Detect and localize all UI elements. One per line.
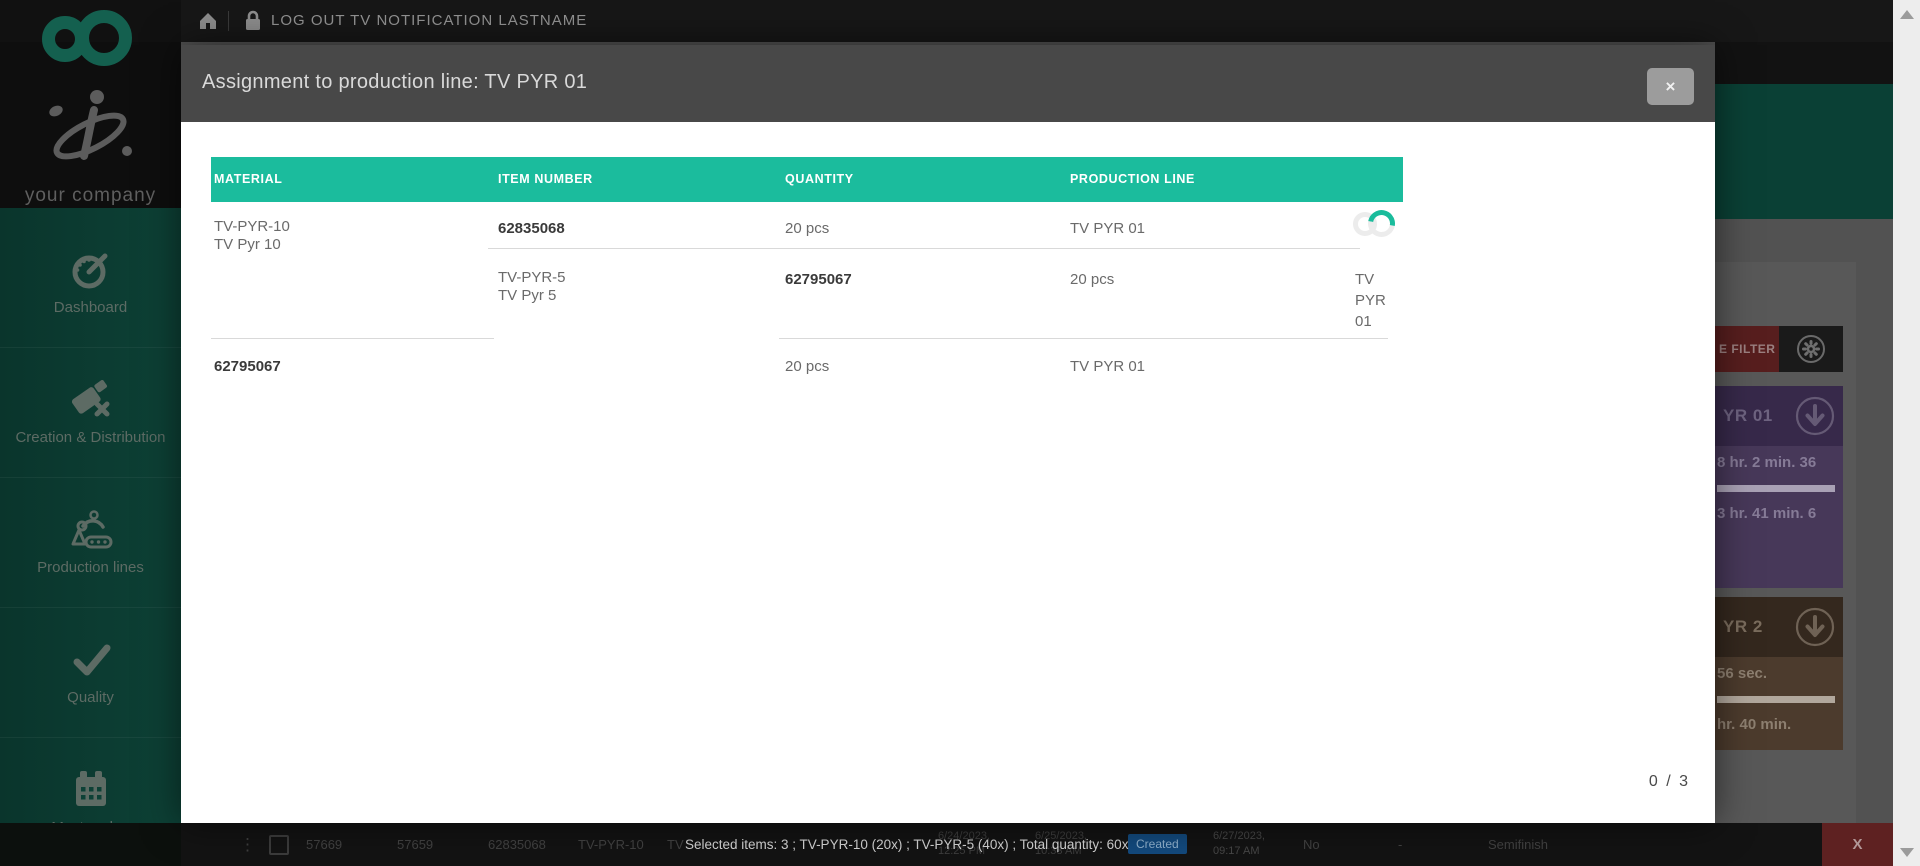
cell-quantity: 20 pcs (785, 358, 829, 376)
stamp-icon (69, 380, 113, 420)
sidebar: Dashboard Creation & Distribution Produc… (0, 208, 181, 823)
pagination-counter: 0 / 3 (1649, 773, 1690, 791)
production-progress-bar (1717, 485, 1835, 492)
download-circle-icon[interactable] (1795, 396, 1835, 436)
gauge-icon (69, 250, 113, 290)
check-icon (69, 640, 113, 680)
sidebar-item-production-lines[interactable]: Production lines (0, 478, 181, 608)
column-header-production-line: PRODUCTION LINE (1070, 172, 1195, 186)
cell-item-number: 62795067 (785, 271, 852, 289)
cell-material: TV-PYR-5 (498, 269, 566, 287)
status-badge: Created (1128, 834, 1187, 854)
row-kebab-menu-icon[interactable]: ⋮ (239, 823, 256, 866)
loading-spinner-icon (1353, 210, 1395, 237)
vertical-scrollbar[interactable] (1893, 0, 1920, 866)
production-time-total: 3 hr. 41 min. 6 (1717, 505, 1843, 522)
sidebar-item-quality[interactable]: Quality (0, 608, 181, 738)
background-teal-band (1715, 84, 1893, 219)
sidebar-item-label: Production lines (37, 559, 144, 576)
bottom-table-row: ⋮ 57669 57659 62835068 TV-PYR-10 TV 6/24… (0, 823, 1893, 866)
cell-item-number: 62835068 (498, 220, 565, 238)
row-material: TV-PYR-10 (578, 823, 644, 866)
cell-material: TV-PYR-10 (214, 218, 290, 236)
sidebar-item-label: Dashboard (54, 299, 127, 316)
production-line-icon (69, 510, 113, 550)
company-figure-icon (44, 84, 136, 180)
production-card-pyr01[interactable]: YR 01 8 hr. 2 min. 36 3 hr. 41 min. 6 (1715, 386, 1843, 588)
row-flag: No (1303, 823, 1320, 866)
sidebar-item-label: Quality (67, 689, 114, 706)
logout-user-menu[interactable]: LOG OUT TV NOTIFICATION LASTNAME (271, 12, 587, 29)
home-icon (198, 12, 218, 30)
background-header-band (1715, 42, 1893, 84)
row-id2: 57659 (397, 823, 433, 866)
cell-quantity: 20 pcs (1070, 271, 1114, 289)
production-time-remaining: 8 hr. 2 min. 36 (1717, 454, 1843, 471)
table-row: TV-PYR-10 TV Pyr 10 (214, 218, 290, 254)
scroll-down-button[interactable] (1893, 838, 1920, 866)
row-divider (779, 338, 1388, 339)
infinity-logo-icon[interactable] (42, 6, 138, 68)
scroll-up-button[interactable] (1893, 0, 1920, 28)
scroll-up-icon (1900, 10, 1914, 19)
infinity-ring-right (76, 10, 132, 66)
hide-filter-button[interactable]: E FILTER (1715, 326, 1779, 372)
top-bar: LOG OUT TV NOTIFICATION LASTNAME (0, 0, 1893, 42)
table-row: TV-PYR-5 TV Pyr 5 (498, 269, 566, 305)
production-card-pyr2[interactable]: YR 2 56 sec. hr. 40 min. (1715, 597, 1843, 750)
cell-production-line: TV PYR 01 (1355, 269, 1386, 332)
sidebar-item-label: Creation & Distribution (15, 429, 165, 446)
row-type: Semifinish (1488, 823, 1548, 866)
table-header: MATERIAL ITEM NUMBER QUANTITY PRODUCTION… (211, 157, 1403, 202)
production-card-title: YR 2 (1723, 617, 1763, 637)
row-checkbox[interactable] (269, 835, 289, 855)
production-time-remaining: 56 sec. (1717, 665, 1843, 682)
row-item-number: 62835068 (488, 823, 546, 866)
row-material-2: TV (667, 823, 684, 866)
filter-button-label: E FILTER (1719, 342, 1775, 356)
cell-item-number: 62795067 (214, 358, 281, 376)
row-divider (488, 248, 1360, 249)
calendar-icon (69, 770, 113, 810)
cell-production-line: TV PYR 01 (1070, 220, 1145, 238)
dismiss-selection-button[interactable]: X (1822, 823, 1893, 866)
modal-close-button[interactable]: × (1647, 68, 1694, 105)
sidebar-item-creation-distribution[interactable]: Creation & Distribution (0, 348, 181, 478)
selection-toast: Selected items: 3 ; TV-PYR-10 (20x) ; TV… (685, 823, 1128, 866)
row-date-created: 6/27/2023,09:17 AM (1213, 829, 1265, 859)
row-dash: - (1398, 823, 1402, 866)
sidebar-item-master-plan[interactable]: Master plan (0, 738, 181, 823)
filter-settings-button[interactable] (1779, 326, 1843, 372)
home-button[interactable] (198, 12, 218, 30)
gear-icon (1796, 334, 1826, 364)
production-time-total: hr. 40 min. (1717, 716, 1843, 733)
modal-header: Assignment to production line: TV PYR 01… (181, 45, 1715, 122)
cell-production-line: TV PYR 01 (1070, 358, 1145, 376)
column-header-quantity: QUANTITY (785, 172, 854, 186)
column-header-material: MATERIAL (214, 172, 282, 186)
assignment-modal: Assignment to production line: TV PYR 01… (181, 45, 1715, 823)
bottom-bar-left-block (0, 823, 181, 866)
company-name: your company (0, 185, 181, 207)
production-card-title: YR 01 (1723, 406, 1773, 426)
row-id1: 57669 (306, 823, 342, 866)
lock-icon (245, 10, 261, 31)
cell-material-sub: TV Pyr 5 (498, 287, 566, 305)
cell-quantity: 20 pcs (785, 220, 829, 238)
modal-title: Assignment to production line: TV PYR 01 (202, 71, 587, 94)
sidebar-item-dashboard[interactable]: Dashboard (0, 218, 181, 348)
cell-material-sub: TV Pyr 10 (214, 236, 290, 254)
top-bar-divider (228, 11, 229, 31)
scroll-down-icon (1900, 848, 1914, 857)
production-progress-bar (1717, 696, 1835, 703)
modal-body: MATERIAL ITEM NUMBER QUANTITY PRODUCTION… (181, 122, 1715, 823)
download-circle-icon[interactable] (1795, 607, 1835, 647)
row-divider (211, 338, 494, 339)
column-header-item-number: ITEM NUMBER (498, 172, 593, 186)
